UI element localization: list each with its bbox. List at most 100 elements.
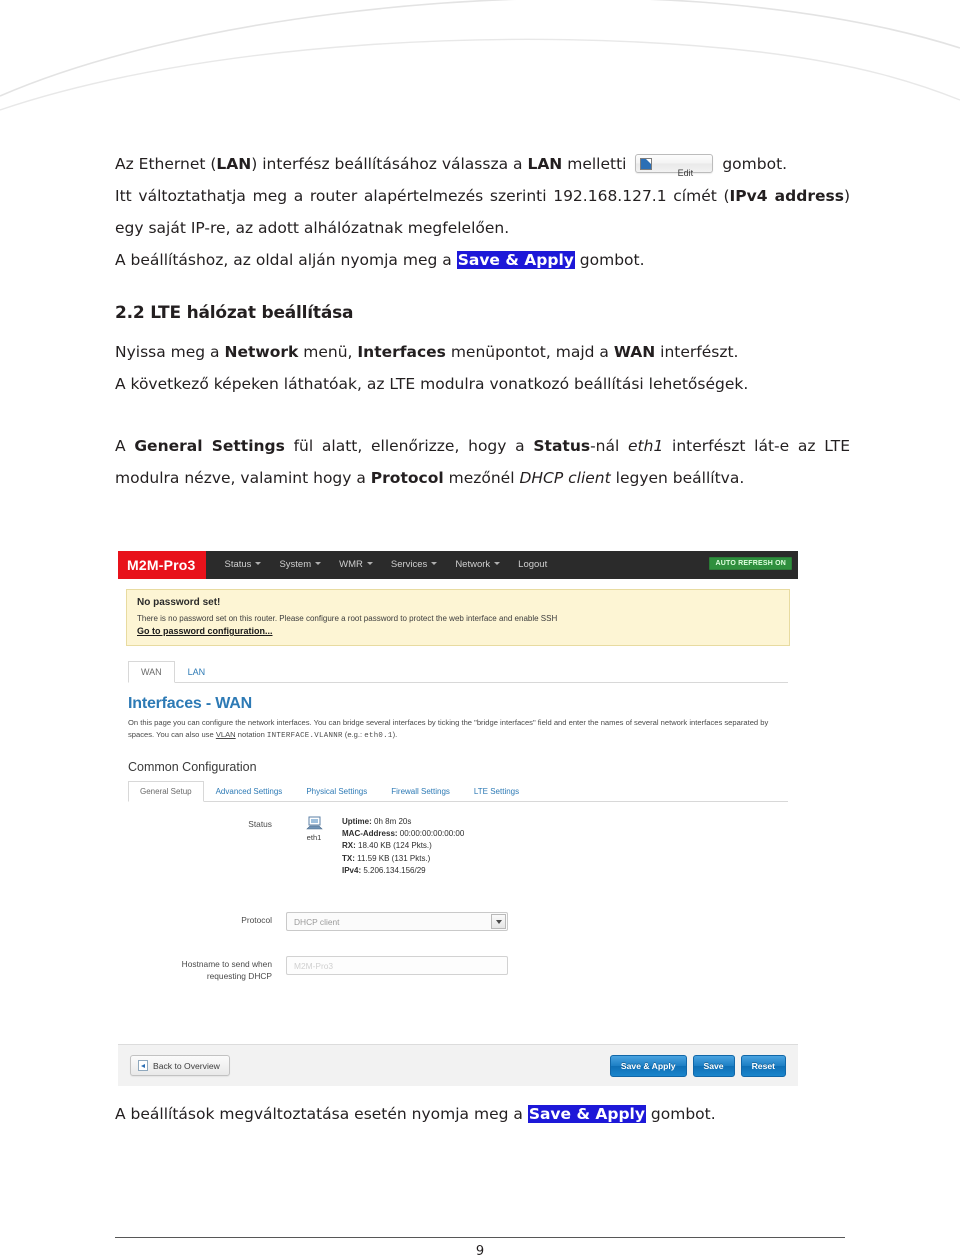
status-tx: TX: 11.59 KB (131 Pkts.) <box>342 853 464 865</box>
p2-bold-ipv4: IPv4 address <box>729 187 844 205</box>
hostname-placeholder: M2M-Pro3 <box>294 961 334 972</box>
p1-bold-lan-2: LAN <box>527 155 563 173</box>
p6-part1: A <box>115 437 135 455</box>
p4-part3: menüpontot, majd a <box>445 343 614 361</box>
no-password-warning: No password set! There is no password se… <box>126 589 790 646</box>
subtab-firewall-settings[interactable]: Firewall Settings <box>379 781 462 802</box>
router-brand: M2M-Pro3 <box>118 551 206 579</box>
warning-wrapper: No password set! There is no password se… <box>118 579 798 646</box>
subtab-physical-settings[interactable]: Physical Settings <box>294 781 379 802</box>
page-title: Interfaces - WAN <box>128 695 252 712</box>
router-web-ui-screenshot: M2M-Pro3 Status System WMR Services Netw… <box>118 551 798 1086</box>
reset-button[interactable]: Reset <box>740 1054 786 1077</box>
page-desc-part-b: notation <box>235 729 267 739</box>
password-configuration-link[interactable]: Go to password configuration... <box>137 626 779 636</box>
p1-bold-lan: LAN <box>216 155 252 173</box>
eth0-example-code: eth0.1 <box>364 731 393 740</box>
page-number: 9 <box>475 1244 485 1259</box>
p4-bold-network: Network <box>224 343 299 361</box>
status-mac-key: MAC-Address: <box>342 829 398 839</box>
p2-part1: Itt változtathatja meg a router alapérte… <box>115 187 730 205</box>
paragraph-3: A beállításhoz, az oldal alján nyomja me… <box>115 244 850 276</box>
chevron-down-icon <box>366 562 373 565</box>
status-tx-value: 11.59 KB (131 Pkts.) <box>354 853 431 863</box>
back-to-overview-button[interactable]: Back to Overview <box>130 1055 230 1076</box>
section-heading: 2.2 LTE hálózat beállítása <box>115 303 354 323</box>
nav-item-services[interactable]: Services <box>382 551 446 579</box>
back-to-overview-label: Back to Overview <box>153 1060 220 1071</box>
edit-button-label: Edit <box>677 168 694 178</box>
nav-item-network[interactable]: Network <box>446 551 509 579</box>
status-ipv4: IPv4: 5.206.134.156/29 <box>342 865 464 877</box>
protocol-row: Protocol DHCP client <box>128 912 788 932</box>
paragraph-1: Az Ethernet (LAN) interfész beállításáho… <box>115 148 850 180</box>
nav-item-logout[interactable]: Logout <box>509 551 556 579</box>
status-uptime: Uptime: 0h 8m 20s <box>342 816 464 828</box>
nav-item-wmr[interactable]: WMR <box>330 551 382 579</box>
status-ipv4-value: 5.206.134.156/29 <box>361 865 426 875</box>
save-button[interactable]: Save <box>692 1054 735 1077</box>
interface-name: eth1 <box>306 833 322 842</box>
p6-italic-dhcp-client: DHCP client <box>519 469 611 487</box>
page-desc-part-d: ). <box>392 729 398 739</box>
page-desc-line1: On this page you can configure the netwo… <box>128 718 659 727</box>
chevron-down-icon <box>431 562 438 565</box>
p6-bold-general-settings: General Settings <box>134 437 285 455</box>
ethernet-icon <box>305 816 323 831</box>
status-rx-value: 18.40 KB (124 Pkts.) <box>355 841 432 851</box>
nav-item-network-label: Network <box>455 559 491 570</box>
nav-item-status-label: Status <box>224 559 252 570</box>
back-arrow-icon <box>138 1060 148 1071</box>
status-tx-key: TX: <box>342 853 355 863</box>
p4-part2: menü, <box>298 343 358 361</box>
status-uptime-value: 0h 8m 20s <box>371 817 412 826</box>
chevron-down-icon <box>495 919 502 924</box>
subtab-advanced-settings[interactable]: Advanced Settings <box>204 781 295 802</box>
auto-refresh-badge[interactable]: AUTO REFRESH ON <box>709 557 792 570</box>
nav-item-system-label: System <box>279 559 312 570</box>
tab-lan[interactable]: LAN <box>175 661 219 683</box>
nav-item-status[interactable]: Status <box>216 551 271 579</box>
protocol-value: DHCP client <box>286 912 788 932</box>
chevron-down-icon <box>494 562 501 565</box>
status-ipv4-key: IPv4: <box>342 865 362 875</box>
edit-button-image: Edit <box>635 154 714 178</box>
chevron-down-icon <box>255 562 262 565</box>
protocol-select-value: DHCP client <box>294 917 340 928</box>
paragraph-4: Nyissa meg a Network menü, Interfaces me… <box>115 336 850 368</box>
interface-tabs: WAN LAN <box>128 660 788 683</box>
header-decoration <box>0 0 960 111</box>
subtab-lte-settings[interactable]: LTE Settings <box>462 781 531 802</box>
form-footer: Back to Overview Save & Apply Save Reset <box>118 1044 798 1086</box>
protocol-select[interactable]: DHCP client <box>286 912 508 932</box>
configuration-form: Status eth1 Uptime: 0h 8m 20s MAC-Addres… <box>118 802 798 982</box>
p1-part4: gombot. <box>717 155 788 173</box>
warning-text: There is no password set on this router.… <box>137 614 558 623</box>
interface-box: eth1 <box>286 816 342 877</box>
p4-part4: interfészt. <box>655 343 739 361</box>
footer-divider <box>115 1237 845 1238</box>
chevron-down-icon <box>315 562 322 565</box>
tab-wan[interactable]: WAN <box>128 661 175 683</box>
status-rx-key: RX: <box>342 841 356 851</box>
nav-item-system[interactable]: System <box>270 551 330 579</box>
p7-part2: gombot. <box>645 1105 716 1123</box>
hostname-input[interactable]: M2M-Pro3 <box>286 956 508 976</box>
p3-part1: A beállításhoz, az oldal alján nyomja me… <box>115 251 457 269</box>
status-value: eth1 Uptime: 0h 8m 20s MAC-Address: 00:0… <box>286 816 788 877</box>
p1-part3: melletti <box>562 155 632 173</box>
p6-italic-eth1: eth1 <box>628 437 664 455</box>
nav-item-logout-label: Logout <box>518 559 548 570</box>
router-navbar: M2M-Pro3 Status System WMR Services Netw… <box>118 551 798 579</box>
select-arrow-box[interactable] <box>491 914 506 930</box>
paragraph-5: A következő képeken láthatóak, az LTE mo… <box>115 375 749 393</box>
p4-bold-wan: WAN <box>613 343 656 361</box>
p6-part2: fül alatt, ellenőrizze, hogy a <box>284 437 534 455</box>
hostname-row: Hostname to send when requesting DHCP M2… <box>128 956 788 982</box>
subtab-general-setup[interactable]: General Setup <box>128 781 204 802</box>
pencil-icon <box>640 158 653 170</box>
save-apply-button[interactable]: Save & Apply <box>609 1054 687 1077</box>
nav-item-wmr-label: WMR <box>339 559 363 570</box>
p1-part1: Az Ethernet ( <box>115 155 217 173</box>
page-desc-part-c: (e.g.: <box>342 729 365 739</box>
